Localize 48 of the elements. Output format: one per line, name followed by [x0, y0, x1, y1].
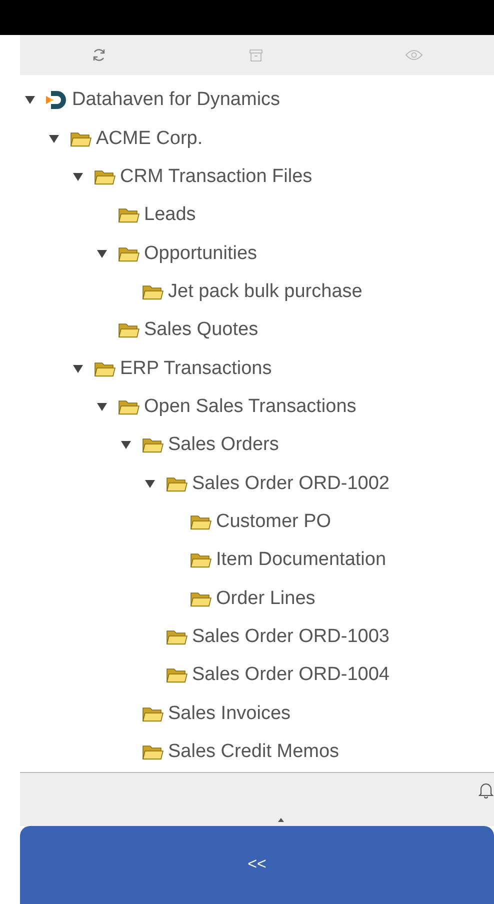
tree-item[interactable]: Sales Order ORD-1004	[192, 664, 390, 686]
folder-icon	[118, 244, 140, 263]
expanded-arrow-icon[interactable]	[97, 248, 107, 259]
tree-item[interactable]: Sales Orders	[168, 434, 279, 456]
tree-item[interactable]: Order Lines	[216, 588, 316, 610]
folder-icon	[190, 512, 212, 531]
tree-item[interactable]: Jet pack bulk purchase	[168, 280, 362, 303]
expanded-arrow-icon[interactable]	[97, 402, 107, 412]
tree-item[interactable]: Open Sales Transactions	[144, 396, 356, 418]
tree-item[interactable]: Sales Order ORD-1003	[192, 626, 390, 648]
collapse-button[interactable]: <<	[20, 826, 494, 904]
folder-icon	[142, 436, 164, 454]
logo-icon	[46, 89, 68, 112]
folder-icon	[166, 628, 188, 646]
tree-item[interactable]: Sales Order ORD-1002	[192, 472, 390, 495]
tree-item[interactable]: Sales Invoices	[168, 702, 291, 725]
folder-icon	[190, 590, 212, 608]
tree-item[interactable]: CRM Transaction Files	[120, 166, 312, 188]
folder-icon	[94, 168, 116, 186]
expanded-arrow-icon[interactable]	[49, 134, 59, 144]
folder-icon	[118, 321, 140, 340]
tree-item[interactable]: Sales Credit Memos	[168, 741, 340, 764]
tree-item[interactable]: Opportunities	[144, 242, 258, 265]
folder-icon	[142, 743, 164, 762]
folder-icon	[166, 474, 188, 493]
folder-icon	[166, 666, 188, 684]
folder-icon	[118, 398, 140, 416]
expanded-arrow-icon[interactable]	[73, 364, 83, 374]
refresh-icon[interactable]	[90, 47, 107, 63]
expanded-arrow-icon[interactable]	[73, 172, 83, 182]
folder-icon	[118, 206, 140, 224]
expanded-arrow-icon[interactable]	[25, 95, 35, 106]
folder-icon	[190, 551, 212, 570]
expanded-arrow-icon[interactable]	[145, 478, 155, 489]
tree-item[interactable]: Datahaven for Dynamics	[72, 89, 280, 112]
tree-item[interactable]: Customer PO	[216, 510, 332, 533]
folder-icon	[70, 130, 92, 148]
folder-icon	[142, 282, 164, 301]
folder-icon	[94, 360, 116, 378]
bell-icon[interactable]	[478, 781, 494, 799]
tree-item[interactable]: Sales Quotes	[144, 319, 258, 342]
tree-item[interactable]: ACME Corp.	[96, 128, 203, 150]
tree-item[interactable]: ERP Transactions	[120, 358, 272, 380]
tree-item[interactable]: Leads	[144, 204, 196, 226]
expanded-arrow-icon[interactable]	[121, 440, 131, 450]
expand-up-icon[interactable]	[278, 818, 284, 822]
tree-item[interactable]: Item Documentation	[216, 549, 386, 572]
folder-icon	[142, 704, 164, 723]
